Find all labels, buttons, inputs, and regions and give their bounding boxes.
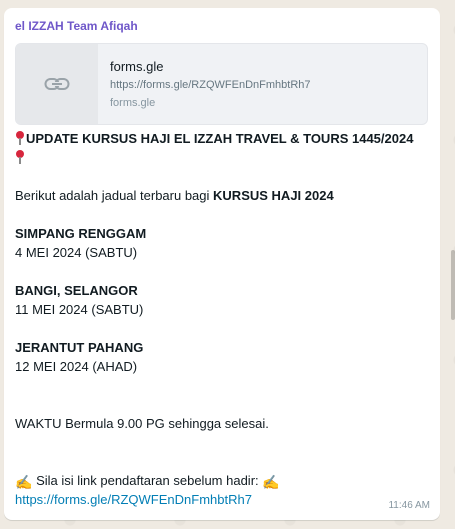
schedule-location: SIMPANG RENGGAM [15,226,147,241]
schedule-location: JERANTUT PAHANG [15,340,144,355]
headline-line: UPDATE KURSUS HAJI EL IZZAH TRAVEL & TOU… [15,129,430,148]
schedule-date: 12 MEI 2024 (AHAD) [15,359,138,374]
schedule-date: 11 MEI 2024 (SABTU) [15,302,144,317]
link-preview-card[interactable]: forms.gle https://forms.gle/RZQWFEnDnFmh… [15,43,428,125]
intro-bold-text: KURSUS HAJI 2024 [213,188,334,203]
time-note: WAKTU Bermula 9.00 PG sehingga selesai. [15,416,269,431]
message-timestamp: 11:46 AM [388,500,430,511]
chat-scrollbar[interactable] [451,250,455,320]
schedule-location: BANGI, SELANGOR [15,283,138,298]
register-line: ✍ Sila isi link pendaftaran sebelum hadi… [15,471,430,492]
link-preview-thumbnail [16,44,98,124]
round-pushpin-icon [15,130,25,146]
registration-link[interactable]: https://forms.gle/RZQWFEnDnFmhbtRh7 [15,492,252,507]
schedule-date: 4 MEI 2024 (SABTU) [15,245,138,260]
intro-text: Berikut adalah jadual terbaru bagi [15,188,214,203]
message-bubble[interactable]: el IZZAH Team Afiqah forms.gle https://f… [4,8,440,520]
link-icon [44,78,70,90]
round-pushpin-icon [15,149,25,165]
register-link-line: https://forms.gle/RZQWFEnDnFmhbtRh7 [15,490,430,509]
sender-name[interactable]: el IZZAH Team Afiqah [15,19,138,33]
register-note: Sila isi link pendaftaran sebelum hadir: [36,473,259,488]
headline-text: UPDATE KURSUS HAJI EL IZZAH TRAVEL & TOU… [26,131,414,146]
link-preview-url: https://forms.gle/RZQWFEnDnFmhbtRh7 [110,79,311,91]
intro-line: Berikut adalah jadual terbaru bagi KURSU… [15,186,430,205]
headline-trailing-pin [15,148,430,167]
link-preview-title: forms.gle [110,59,164,74]
link-preview-domain: forms.gle [110,97,156,109]
